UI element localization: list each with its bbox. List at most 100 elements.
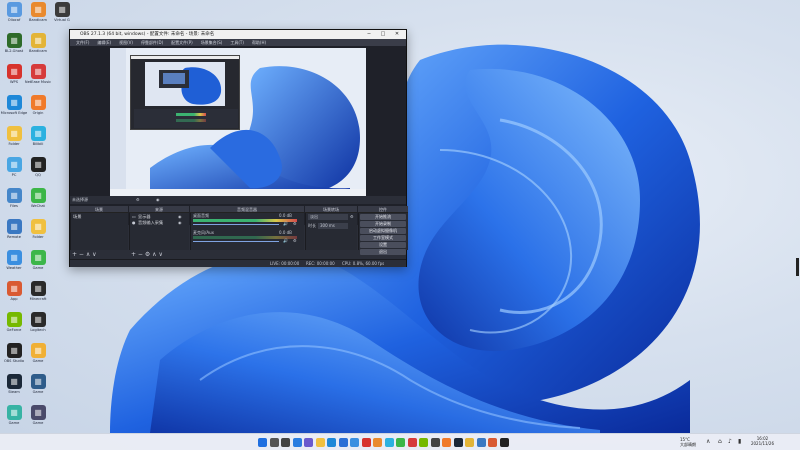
exit-button[interactable]: 退出 [360,249,406,255]
app-icon[interactable] [499,438,509,447]
edge-icon[interactable] [327,438,336,447]
app-icon[interactable] [407,438,417,447]
chat-icon[interactable] [304,438,313,447]
maximize-icon[interactable]: □ [376,30,390,39]
settings-button[interactable]: 设置 [360,242,406,248]
desktop-icon[interactable]: ■ Folder [2,126,26,156]
store-icon[interactable] [338,438,348,447]
desktop-icon[interactable]: ■ NetEase Music [25,64,51,94]
filters-icon[interactable]: ◉ [156,197,160,202]
app-icon[interactable] [396,438,405,447]
menu-item[interactable]: 配置文件(P) [168,39,196,46]
app-icon[interactable] [373,438,382,447]
sources-toolbar[interactable]: + − ⚙ ∧ ∨ [131,251,163,258]
gear-icon[interactable]: ⚙ [293,238,297,243]
transition-settings-icon[interactable]: ⚙ [350,214,354,219]
files-icon: ■ [6,188,22,203]
app-icon[interactable] [488,438,497,447]
preview-canvas[interactable] [110,48,366,196]
speaker-icon[interactable]: 🔊 [283,221,288,226]
app-icon[interactable] [430,438,440,447]
app-icon[interactable] [419,438,428,447]
desktop-icon[interactable]: ■ Virtual G [50,2,74,32]
visibility-eye-icon[interactable]: ◉ [178,214,182,219]
desktop-icon[interactable]: ■ Origin [26,95,50,125]
widgets-icon[interactable] [292,438,302,447]
visibility-eye-icon[interactable]: ◉ [178,220,182,225]
menu-item[interactable]: 文件(F) [73,39,92,46]
app-icon[interactable] [476,438,486,447]
app-icon[interactable] [453,438,463,447]
network-icon[interactable]: ⌂ [718,438,722,445]
app-icon[interactable] [442,438,451,447]
desktop-icon[interactable]: ■ OBS Studio [2,343,26,373]
desktop-icon[interactable]: ■ Microsoft Edge [1,95,27,125]
app-icon[interactable] [361,438,371,447]
desktop-icon[interactable]: ■ PC [2,157,26,187]
desktop-icon[interactable]: ■ Game [26,250,50,280]
source-item-audio[interactable]: 音频输入采集 [138,220,163,226]
task-view-icon[interactable] [281,438,290,447]
properties-gear-icon[interactable]: ⚙ [136,197,140,202]
logitech-icon: ■ [54,2,70,17]
mail-icon[interactable] [350,438,359,447]
obs-title-bar[interactable]: OBS 27.1.3 (64 bit, windows) - 配置文件: 未命名… [70,30,406,39]
scenes-toolbar[interactable]: + − ∧ ∨ [72,251,97,258]
clock[interactable]: 16:02 2021/11/26 [751,436,774,446]
desktop-icon[interactable]: ■ Logitech [26,312,50,342]
edge-scroll-handle [796,258,799,276]
close-icon[interactable]: ✕ [390,30,404,39]
start-virtual-camera-button[interactable]: 启动虚拟摄像机 [360,228,406,234]
mic-volume-slider[interactable] [193,241,279,242]
app-icon[interactable] [384,438,394,447]
desktop-icon[interactable]: ■ QQ [26,157,50,187]
transition-select[interactable]: 淡出 [308,214,348,220]
desktop-icon[interactable]: ■ WPS [2,64,26,94]
obs-window[interactable]: OBS 27.1.3 (64 bit, windows) - 配置文件: 未命名… [69,29,408,267]
gear-icon[interactable]: ⚙ [293,221,297,226]
desktop-icon[interactable]: ■ Weather [2,250,26,280]
desktop-icon[interactable]: ■ Bandicam [26,2,50,32]
desktop-icon[interactable]: ■ Bandicam [26,33,50,63]
studio-mode-button[interactable]: 工作室模式 [360,235,406,241]
battery-icon[interactable]: ▮ [738,438,741,445]
menu-item[interactable]: 场景集合(S) [198,39,226,46]
desktop-icon[interactable]: ■ Files [2,188,26,218]
desktop-icon[interactable]: ■ Minecraft [26,281,50,311]
menu-item[interactable]: 停靠部件(D) [138,39,166,46]
duration-input[interactable]: 300 ms [318,223,348,229]
desktop-icon[interactable]: ■ Bilibili [26,126,50,156]
desktop-icon[interactable]: ■ Steam [2,374,26,404]
speaker-icon[interactable]: 🔊 [283,238,288,243]
mixer-dock-header: 音频混音器 [190,206,304,213]
desktop-volume-slider[interactable] [193,224,279,225]
search-icon[interactable] [269,438,279,447]
app-icon[interactable] [465,438,474,447]
desktop-icon[interactable]: ■ App [2,281,26,311]
start-streaming-button[interactable]: 开始推流 [360,214,406,220]
menu-item[interactable]: 视图(V) [116,39,136,46]
desktop-icon[interactable]: ■ Folder [26,219,50,249]
desktop-icon[interactable]: ■ BL2.Ghost [2,33,26,63]
explorer-icon[interactable] [315,438,325,447]
windows-start-icon[interactable] [258,438,267,447]
scene-item[interactable]: 场景 [73,214,81,220]
tray-chevron-icon[interactable]: ∧ [706,438,710,445]
volume-icon[interactable]: ♪ [728,438,732,445]
desktop-icon[interactable]: ■ Game [26,343,50,373]
desktop-icon[interactable]: ■ Game [26,405,50,435]
desktop-icon[interactable]: ■ GeForce [2,312,26,342]
menu-item[interactable]: 工具(T) [227,39,247,46]
start-recording-button[interactable]: 开始录制 [360,221,406,227]
menu-item[interactable]: 编辑(E) [94,39,114,46]
desktop-icon-label: Origin [32,111,44,115]
desktop-icon[interactable]: ■ Game [26,374,50,404]
minimize-icon[interactable]: ─ [362,30,376,39]
menu-item[interactable]: 帮助(H) [249,39,269,46]
weather-widget[interactable]: 15°C 大部晴朗 [680,437,696,447]
desktop-icon[interactable]: ■ Oliocaf [2,2,26,32]
duration-value: 300 ms [320,223,335,228]
desktop-icon[interactable]: ■ Remote [2,219,26,249]
desktop-icon[interactable]: ■ Game [2,405,26,435]
desktop-icon[interactable]: ■ WeChat [26,188,50,218]
